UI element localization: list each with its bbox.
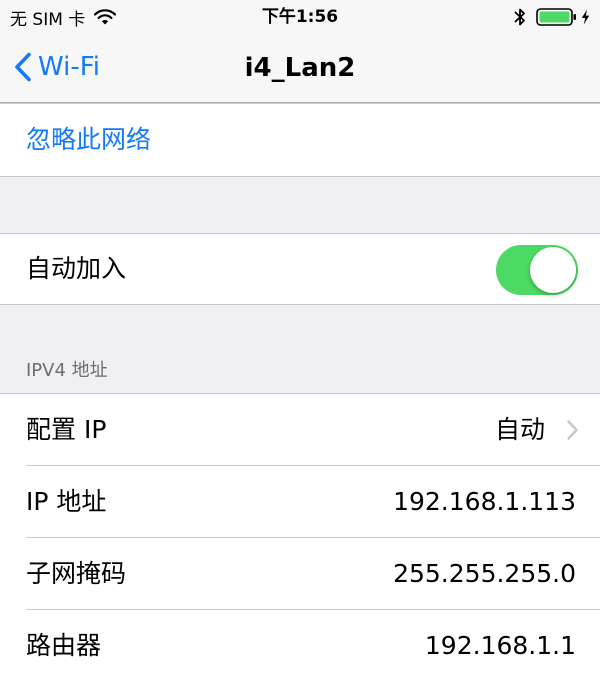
toggle-knob: [530, 247, 576, 293]
ip-address-value: 192.168.1.113: [393, 487, 576, 516]
ipv4-group: 配置 IP 自动 IP 地址 192.168.1.113 子网掩码 255.25…: [0, 393, 600, 683]
configure-ip-row[interactable]: 配置 IP 自动: [0, 394, 600, 466]
ip-address-row: IP 地址 192.168.1.113: [0, 466, 600, 538]
status-bar-right: [514, 6, 590, 28]
chevron-right-icon: [567, 420, 578, 440]
router-value: 192.168.1.1: [424, 631, 576, 660]
bluetooth-icon: [514, 7, 526, 27]
status-time: 下午1:56: [261, 7, 339, 27]
subnet-mask-label: 子网掩码: [26, 559, 127, 588]
subnet-mask-value: 255.255.255.0: [393, 559, 576, 588]
ipv4-section-header: IPV4 地址: [26, 360, 108, 381]
charging-bolt-icon: [581, 9, 590, 25]
subnet-mask-row: 子网掩码 255.255.255.0: [0, 538, 600, 610]
forget-network-label: 忽略此网络: [26, 125, 152, 154]
auto-join-label: 自动加入: [26, 254, 127, 283]
auto-join-toggle[interactable]: [496, 245, 578, 295]
ip-address-label: IP 地址: [26, 487, 107, 516]
status-bar: 无 SIM 卡 下午1:56: [0, 0, 600, 34]
navigation-bar: Wi-Fi i4_Lan2: [0, 34, 600, 103]
auto-join-row: 自动加入: [0, 233, 600, 305]
forget-network-row[interactable]: 忽略此网络: [0, 103, 600, 177]
router-row: 路由器 192.168.1.1: [0, 610, 600, 682]
router-label: 路由器: [26, 631, 102, 660]
configure-ip-value: 自动: [494, 415, 545, 444]
battery-icon: [536, 7, 578, 27]
configure-ip-label: 配置 IP: [26, 415, 107, 444]
page-title: i4_Lan2: [244, 53, 356, 83]
